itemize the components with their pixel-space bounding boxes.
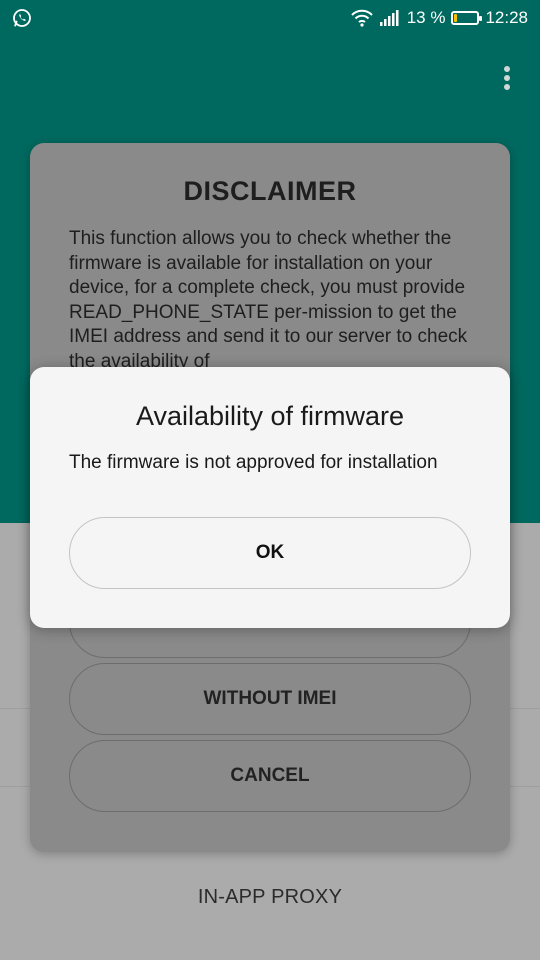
firmware-availability-dialog: Availability of firmware The firmware is… bbox=[30, 367, 510, 628]
dialog-message: The firmware is not approved for install… bbox=[69, 452, 438, 473]
ok-button[interactable]: OK bbox=[69, 517, 471, 589]
dialog-title: Availability of firmware bbox=[135, 401, 405, 431]
